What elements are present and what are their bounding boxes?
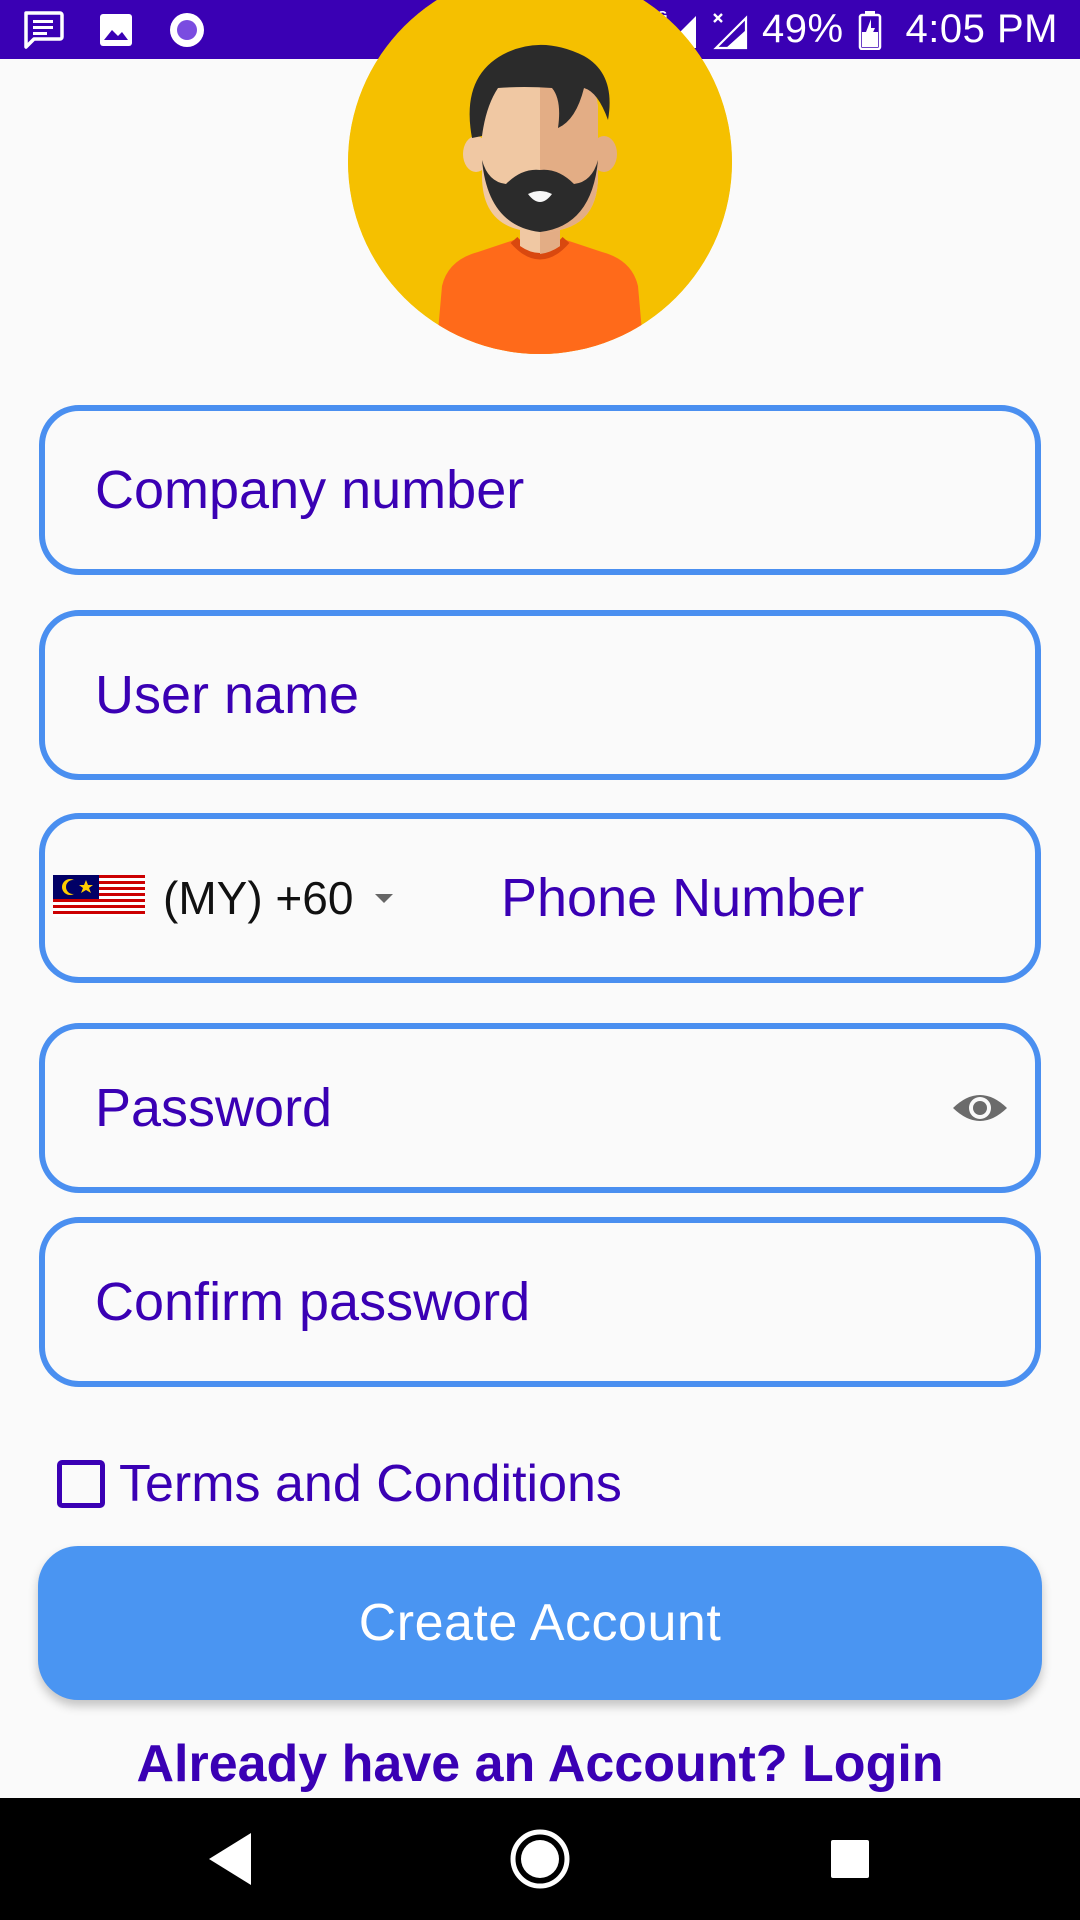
password-input[interactable] — [95, 1029, 925, 1187]
user-name-field[interactable] — [39, 610, 1041, 780]
home-icon[interactable] — [470, 1798, 610, 1920]
user-avatar-icon — [348, 0, 732, 354]
country-code-label: (MY) +60 — [163, 872, 354, 924]
terms-checkbox-row[interactable]: Terms and Conditions — [57, 1454, 622, 1514]
clock-time: 4:05 PM — [905, 7, 1058, 51]
message-icon — [22, 10, 64, 50]
status-bar-left — [22, 9, 206, 51]
recents-icon[interactable] — [780, 1798, 920, 1920]
confirm-password-input[interactable] — [95, 1223, 985, 1381]
image-icon — [98, 12, 134, 48]
create-account-button[interactable]: Create Account — [38, 1546, 1042, 1700]
confirm-password-field[interactable] — [39, 1217, 1041, 1387]
company-number-field[interactable] — [39, 405, 1041, 575]
phone-field[interactable]: (MY) +60 — [39, 813, 1041, 983]
navigation-bar — [0, 1798, 1080, 1920]
circle-app-icon — [168, 11, 206, 49]
login-link[interactable]: Already have an Account? Login — [0, 1734, 1080, 1794]
company-number-input[interactable] — [95, 411, 985, 569]
eye-icon[interactable] — [951, 1088, 1009, 1128]
user-name-input[interactable] — [95, 616, 985, 774]
phone-number-input[interactable] — [501, 819, 1015, 977]
register-screen: 4G 49% 4:05 PM — [0, 0, 1080, 1920]
password-field[interactable] — [39, 1023, 1041, 1193]
battery-icon — [858, 10, 882, 50]
malaysia-flag-icon — [53, 874, 145, 922]
battery-percent: 49% — [761, 7, 844, 51]
chevron-down-icon — [375, 893, 394, 903]
country-code-picker[interactable]: (MY) +60 — [53, 819, 394, 977]
terms-label[interactable]: Terms and Conditions — [119, 1454, 622, 1514]
back-icon[interactable] — [160, 1798, 300, 1920]
signal-no-data-icon — [712, 10, 748, 50]
terms-checkbox[interactable] — [57, 1460, 105, 1508]
